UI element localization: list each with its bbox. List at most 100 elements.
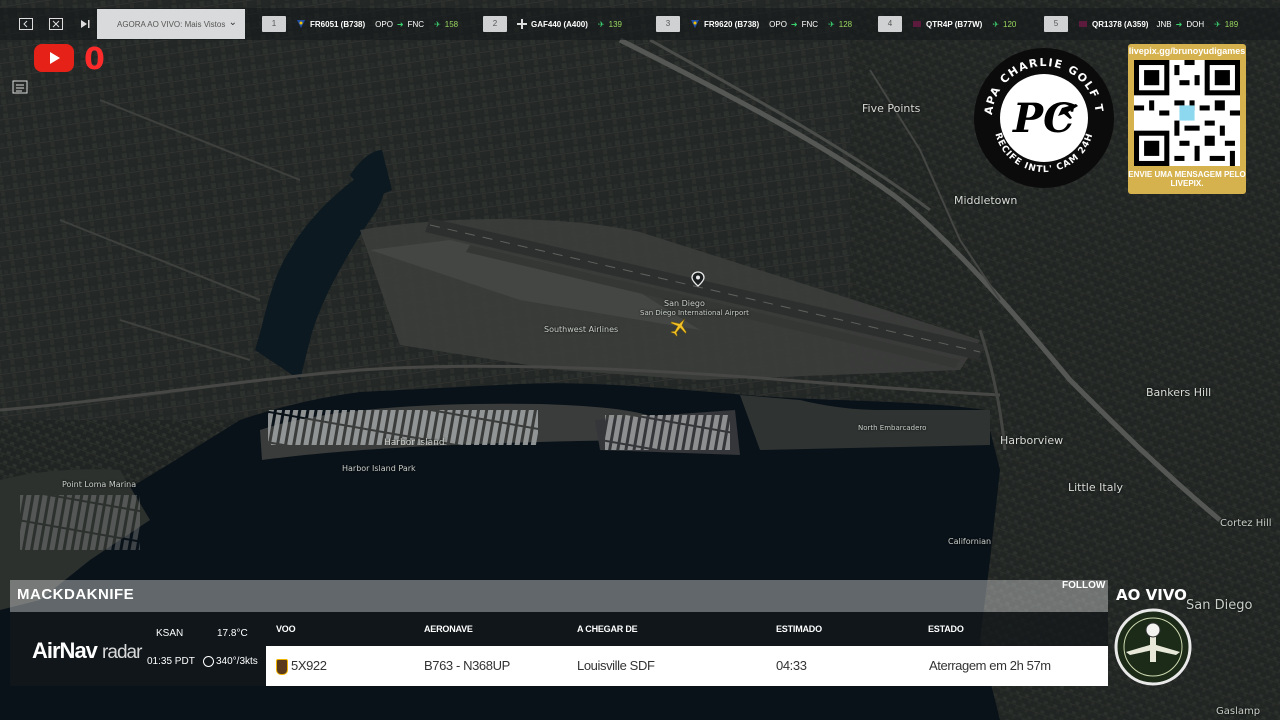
flight-speed: 120 xyxy=(1003,19,1017,29)
map-label-point-loma-marina: Point Loma Marina xyxy=(62,480,137,489)
aircraft-icon[interactable] xyxy=(668,316,690,338)
col-header-status: ESTADO xyxy=(928,624,964,634)
qr-caption: ENVIE UMA MENSAGEM PELO LIVEPIX. xyxy=(1128,170,1246,188)
plane-speed-icon: ✈ xyxy=(1214,19,1221,29)
flight-speed: 139 xyxy=(608,19,622,29)
flight-speed: 128 xyxy=(838,19,853,29)
location-pin-icon[interactable] xyxy=(691,271,705,287)
panel-body: AirNav radar KSAN 01:35 PDT 17.8°C 340°/… xyxy=(10,612,1108,686)
airline-logo-icon xyxy=(517,19,527,29)
flight-callsign: FR6051 (B738) xyxy=(310,19,366,29)
airnav-logo: AirNav radar xyxy=(32,638,142,664)
map-label-cortez-hill: Cortez Hill xyxy=(1220,518,1272,529)
flight-callsign: QTR4P (B77W) xyxy=(926,19,983,29)
map-label-little-italy: Little Italy xyxy=(1068,481,1123,494)
flight-info-panel: MACKDAKNIFE FOLLOW AirNav radar KSAN 01:… xyxy=(10,580,1108,686)
map-label-harbor-island-park: Harbor Island Park xyxy=(342,464,416,473)
wind-icon xyxy=(203,656,214,667)
cell-from: Louisville SDF xyxy=(577,658,655,673)
wind-value: 340°/3kts xyxy=(216,656,258,668)
map-label-southwest: Southwest Airlines xyxy=(544,325,619,334)
flight-item[interactable]: 1 FR6051 (B738) OPO ➜ FNC ✈ 158 xyxy=(262,16,459,32)
airline-logo-icon xyxy=(297,20,305,28)
live-view-select-value: AGORA AO VIVO: Mais Vistos xyxy=(117,19,226,29)
airnav-brand: AirNav xyxy=(32,638,98,663)
flight-origin: OPO xyxy=(769,19,787,29)
qr-code-icon xyxy=(1134,60,1240,166)
flight-callsign: GAF440 (A400) xyxy=(531,19,588,29)
map-label-californian: Californian xyxy=(948,537,992,546)
flight-destination: FNC xyxy=(407,19,425,29)
temperature: 17.8°C xyxy=(217,628,248,639)
col-header-flight: VOO xyxy=(276,624,296,634)
airline-logo-icon xyxy=(913,21,921,27)
table-row[interactable]: 5X922 B763 - N368UP Louisville SDF 04:33… xyxy=(266,646,1108,686)
map-label-middletown: Middletown xyxy=(954,194,1018,207)
plane-speed-icon: ✈ xyxy=(828,19,835,29)
chevron-down-icon: ⌄ xyxy=(228,17,237,28)
panel-header: MACKDAKNIFE FOLLOW xyxy=(10,580,1108,612)
cell-status: Aterragem em 2h 57m xyxy=(929,658,1051,673)
flight-origin: OPO xyxy=(375,19,393,29)
livepix-qr-panel[interactable]: livepix.gg/brunoyudigames ENVIE UMA MENS… xyxy=(1128,44,1246,194)
map-label-north-embarcadero: North Embarcadero xyxy=(858,424,927,432)
flight-item[interactable]: 2 GAF440 (A400) ✈ 139 xyxy=(483,16,622,32)
collapse-left-icon[interactable] xyxy=(18,16,34,32)
plane-speed-icon: ✈ xyxy=(434,19,441,29)
flight-index: 2 xyxy=(483,16,507,32)
cell-aircraft: B763 - N368UP xyxy=(424,658,510,673)
airline-logo-icon xyxy=(691,20,699,28)
col-header-from: A CHEGAR DE xyxy=(577,624,638,634)
airline-logo-icon xyxy=(1079,21,1087,27)
cell-flight-value: 5X922 xyxy=(291,658,327,673)
flight-index: 4 xyxy=(878,16,902,32)
channel-badge xyxy=(1114,608,1192,686)
map-label-gaslamp: Gaslamp xyxy=(1216,706,1261,717)
skip-next-icon[interactable] xyxy=(77,16,93,32)
flight-destination: FNC xyxy=(801,19,819,29)
ups-logo-icon xyxy=(276,658,288,675)
map-label-five-points: Five Points xyxy=(862,102,921,115)
map-label-harbor-island: Harbor Island xyxy=(384,438,445,448)
flight-callsign: QR1378 (A359) xyxy=(1092,19,1149,29)
arrow-right-icon: ➜ xyxy=(396,19,404,29)
flight-destination: DOH xyxy=(1186,19,1205,29)
airnav-brand-sub: radar xyxy=(102,642,142,663)
arrow-right-icon: ➜ xyxy=(1175,19,1183,29)
wind: 340°/3kts xyxy=(203,656,258,667)
col-header-aircraft: AERONAVE xyxy=(424,624,473,634)
layers-icon[interactable] xyxy=(12,80,28,94)
live-label: AO VIVO xyxy=(1116,586,1187,604)
follow-button[interactable]: FOLLOW xyxy=(1062,580,1105,591)
map-label-airport: San Diego International Airport xyxy=(640,309,749,317)
qr-url: livepix.gg/brunoyudigames xyxy=(1128,46,1246,56)
flight-callsign: FR9620 (B738) xyxy=(704,19,760,29)
airport-code: KSAN xyxy=(156,628,184,639)
map-label-bankers-hill: Bankers Hill xyxy=(1146,386,1212,399)
youtube-count: 0 xyxy=(84,42,105,77)
cell-eta: 04:33 xyxy=(776,658,807,673)
cell-flight: 5X922 xyxy=(276,658,327,675)
map-label-san-diego: San Diego xyxy=(664,299,705,308)
flight-item[interactable]: 5 QR1378 (A359) JNB ➜ DOH ✈ 189 xyxy=(1044,16,1239,32)
flight-index: 3 xyxy=(656,16,680,32)
flight-item[interactable]: 4 QTR4P (B77W) ✈ 120 xyxy=(878,16,1017,32)
youtube-icon xyxy=(34,44,74,72)
close-panel-icon[interactable] xyxy=(48,16,64,32)
map-label-harborview: Harborview xyxy=(1000,434,1064,447)
flight-item[interactable]: 3 FR9620 (B738) OPO ➜ FNC ✈ 128 xyxy=(656,16,853,32)
top-flight-bar: AGORA AO VIVO: Mais Vistos ⌄ 1 FR6051 (B… xyxy=(0,8,1280,40)
panel-title: MACKDAKNIFE xyxy=(17,586,135,603)
flight-speed: 189 xyxy=(1224,19,1239,29)
map-label-san-diego-downtown: San Diego xyxy=(1186,598,1253,613)
flight-index: 5 xyxy=(1044,16,1068,32)
plane-speed-icon: ✈ xyxy=(597,19,605,29)
flight-index: 1 xyxy=(262,16,286,32)
channel-logo: PAPA CHARLIE GOLF TV RECIFE INTL' CAM 24… xyxy=(972,46,1114,188)
logo-mark: PC xyxy=(1012,95,1075,142)
arrow-right-icon: ➜ xyxy=(790,19,798,29)
col-header-eta: ESTIMADO xyxy=(776,624,822,634)
live-view-select[interactable]: AGORA AO VIVO: Mais Vistos ⌄ xyxy=(97,9,245,39)
flight-speed: 158 xyxy=(444,19,459,29)
plane-speed-icon: ✈ xyxy=(992,19,1000,29)
